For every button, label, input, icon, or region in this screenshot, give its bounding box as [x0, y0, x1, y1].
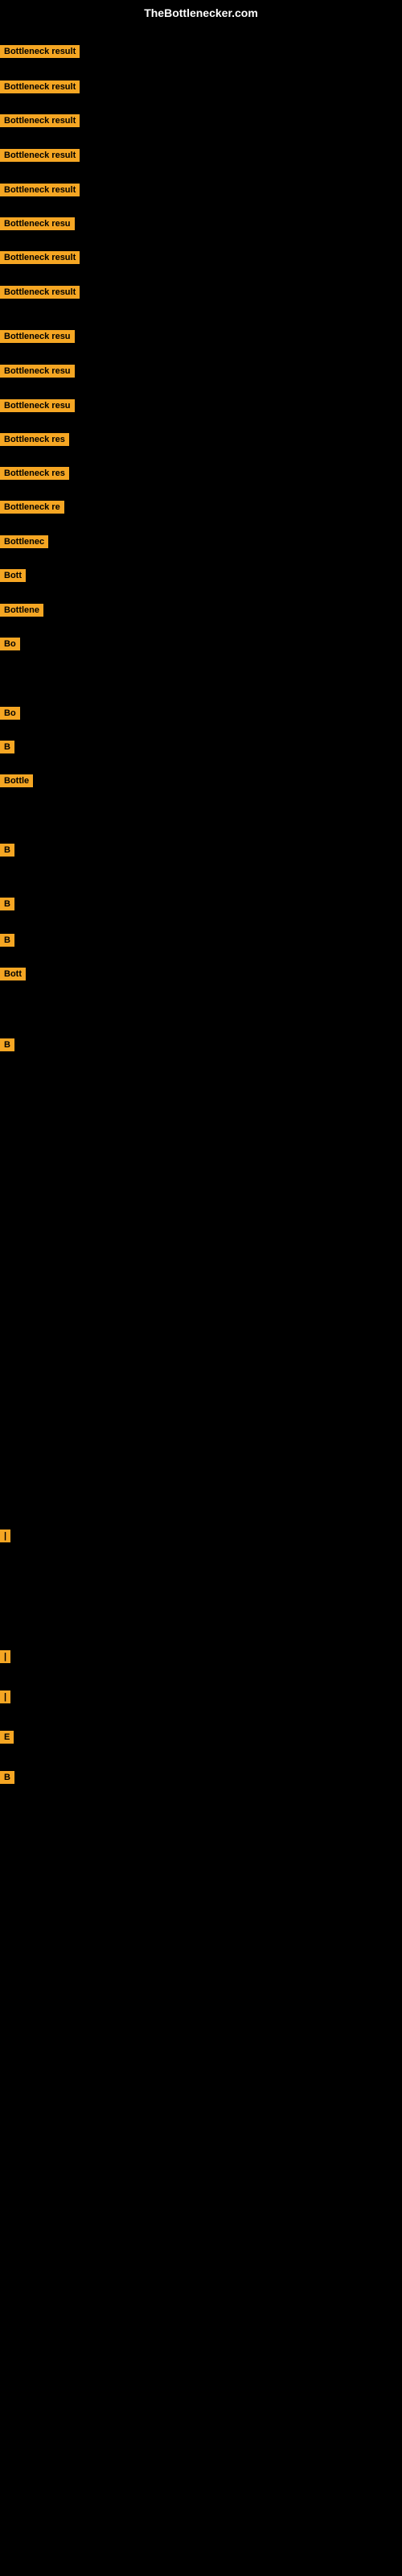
bottleneck-badge-2: Bottleneck result — [0, 80, 80, 93]
bottleneck-badge-7: Bottleneck result — [0, 251, 80, 264]
bottleneck-badge-27: | — [0, 1530, 10, 1542]
bottleneck-badge-8: Bottleneck result — [0, 286, 80, 299]
bottleneck-badge-10: Bottleneck resu — [0, 365, 75, 378]
bottleneck-badge-1: Bottleneck result — [0, 45, 80, 58]
bottleneck-badge-11: Bottleneck resu — [0, 399, 75, 412]
bottleneck-badge-17: Bottlene — [0, 604, 43, 617]
bottleneck-badge-14: Bottleneck re — [0, 501, 64, 514]
bottleneck-badge-15: Bottlenec — [0, 535, 48, 548]
bottleneck-badge-18: Bo — [0, 638, 20, 650]
bottleneck-badge-9: Bottleneck resu — [0, 330, 75, 343]
bottleneck-badge-29: | — [0, 1690, 10, 1703]
bottleneck-badge-12: Bottleneck res — [0, 433, 69, 446]
bottleneck-badge-22: B — [0, 844, 14, 857]
bottleneck-badge-6: Bottleneck resu — [0, 217, 75, 230]
bottleneck-badge-20: B — [0, 741, 14, 753]
bottleneck-badge-25: Bott — [0, 968, 26, 980]
bottleneck-badge-24: B — [0, 934, 14, 947]
bottleneck-badge-26: B — [0, 1038, 14, 1051]
bottleneck-badge-19: Bo — [0, 707, 20, 720]
bottleneck-badge-16: Bott — [0, 569, 26, 582]
bottleneck-badge-13: Bottleneck res — [0, 467, 69, 480]
bottleneck-badge-21: Bottle — [0, 774, 33, 787]
bottleneck-badge-23: B — [0, 898, 14, 910]
bottleneck-badge-30: E — [0, 1731, 14, 1744]
bottleneck-badge-31: B — [0, 1771, 14, 1784]
bottleneck-badge-4: Bottleneck result — [0, 149, 80, 162]
bottleneck-badge-5: Bottleneck result — [0, 184, 80, 196]
bottleneck-badge-3: Bottleneck result — [0, 114, 80, 127]
bottleneck-badge-28: | — [0, 1650, 10, 1663]
site-title: TheBottlenecker.com — [144, 6, 258, 19]
